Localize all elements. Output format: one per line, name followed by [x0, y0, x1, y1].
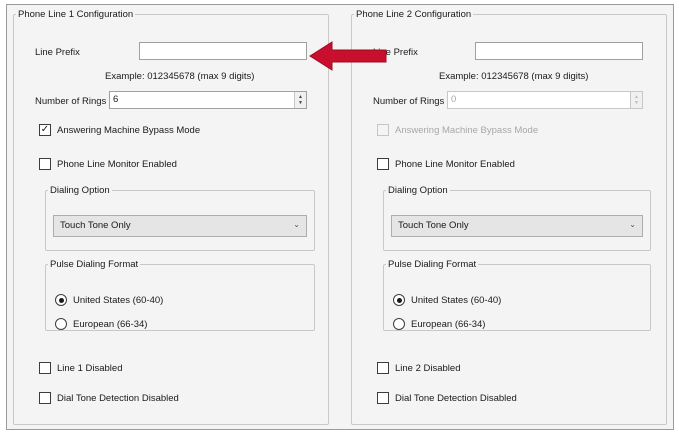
rings-stepper[interactable]: 6 ▲ ▼ — [109, 91, 307, 109]
panel-title: Phone Line 1 Configuration — [16, 9, 136, 20]
answering-machine-label: Answering Machine Bypass Mode — [395, 125, 539, 136]
dial-tone-label: Dial Tone Detection Disabled — [57, 393, 179, 404]
line-prefix-label: Line Prefix — [35, 47, 80, 58]
chevron-down-icon: ⌄ — [629, 220, 636, 229]
chevron-down-icon: ⌄ — [293, 220, 300, 229]
panel-title: Phone Line 2 Configuration — [354, 9, 474, 20]
phone-monitor-label: Phone Line Monitor Enabled — [395, 159, 515, 170]
line-prefix-example: Example: 012345678 (max 9 digits) — [105, 71, 255, 82]
pulse-us-radio[interactable] — [55, 294, 67, 306]
dialing-option-value: Touch Tone Only — [60, 220, 131, 231]
spin-down-icon[interactable]: ▼ — [298, 100, 303, 106]
spin-down-icon[interactable]: ▼ — [634, 100, 639, 106]
rings-stepper[interactable]: 0 ▲ ▼ — [447, 91, 643, 109]
rings-value: 0 — [451, 94, 457, 105]
annotation-arrow-icon — [309, 41, 387, 71]
annotation-arrow-shape — [309, 41, 387, 71]
rings-label: Number of Rings — [373, 96, 445, 107]
pulse-dialing-title: Pulse Dialing Format — [48, 259, 141, 270]
answering-machine-checkbox[interactable]: ✓ — [39, 124, 51, 136]
dial-tone-checkbox[interactable] — [377, 392, 389, 404]
pulse-us-label: United States (60-40) — [411, 295, 502, 306]
line-disabled-checkbox[interactable] — [377, 362, 389, 374]
answering-machine-label: Answering Machine Bypass Mode — [57, 125, 201, 136]
pulse-dialing-title: Pulse Dialing Format — [386, 259, 479, 270]
dialing-option-title: Dialing Option — [386, 185, 450, 196]
line-prefix-example: Example: 012345678 (max 9 digits) — [439, 71, 589, 82]
phone-monitor-checkbox[interactable] — [377, 158, 389, 170]
line-disabled-label: Line 2 Disabled — [395, 363, 461, 374]
line-prefix-input[interactable] — [139, 42, 307, 60]
dial-tone-checkbox[interactable] — [39, 392, 51, 404]
line-disabled-label: Line 1 Disabled — [57, 363, 123, 374]
dialing-option-select[interactable]: Touch Tone Only ⌄ — [391, 215, 643, 237]
rings-label: Number of Rings — [35, 96, 107, 107]
dialing-option-select[interactable]: Touch Tone Only ⌄ — [53, 215, 307, 237]
dialing-option-title: Dialing Option — [48, 185, 112, 196]
pulse-eu-radio[interactable] — [393, 318, 405, 330]
pulse-us-label: United States (60-40) — [73, 295, 164, 306]
answering-machine-checkbox[interactable] — [377, 124, 389, 136]
dial-tone-label: Dial Tone Detection Disabled — [395, 393, 517, 404]
spin-buttons-icon[interactable]: ▲ ▼ — [630, 92, 642, 108]
pulse-eu-label: European (66-34) — [411, 319, 486, 330]
phone-monitor-checkbox[interactable] — [39, 158, 51, 170]
dialing-option-value: Touch Tone Only — [398, 220, 469, 231]
line-prefix-input[interactable] — [475, 42, 643, 60]
line-disabled-checkbox[interactable] — [39, 362, 51, 374]
pulse-us-radio[interactable] — [393, 294, 405, 306]
spin-buttons-icon[interactable]: ▲ ▼ — [294, 92, 306, 108]
rings-value: 6 — [113, 94, 119, 105]
pulse-eu-radio[interactable] — [55, 318, 67, 330]
check-icon: ✓ — [40, 124, 50, 135]
pulse-eu-label: European (66-34) — [73, 319, 148, 330]
phone-monitor-label: Phone Line Monitor Enabled — [57, 159, 177, 170]
